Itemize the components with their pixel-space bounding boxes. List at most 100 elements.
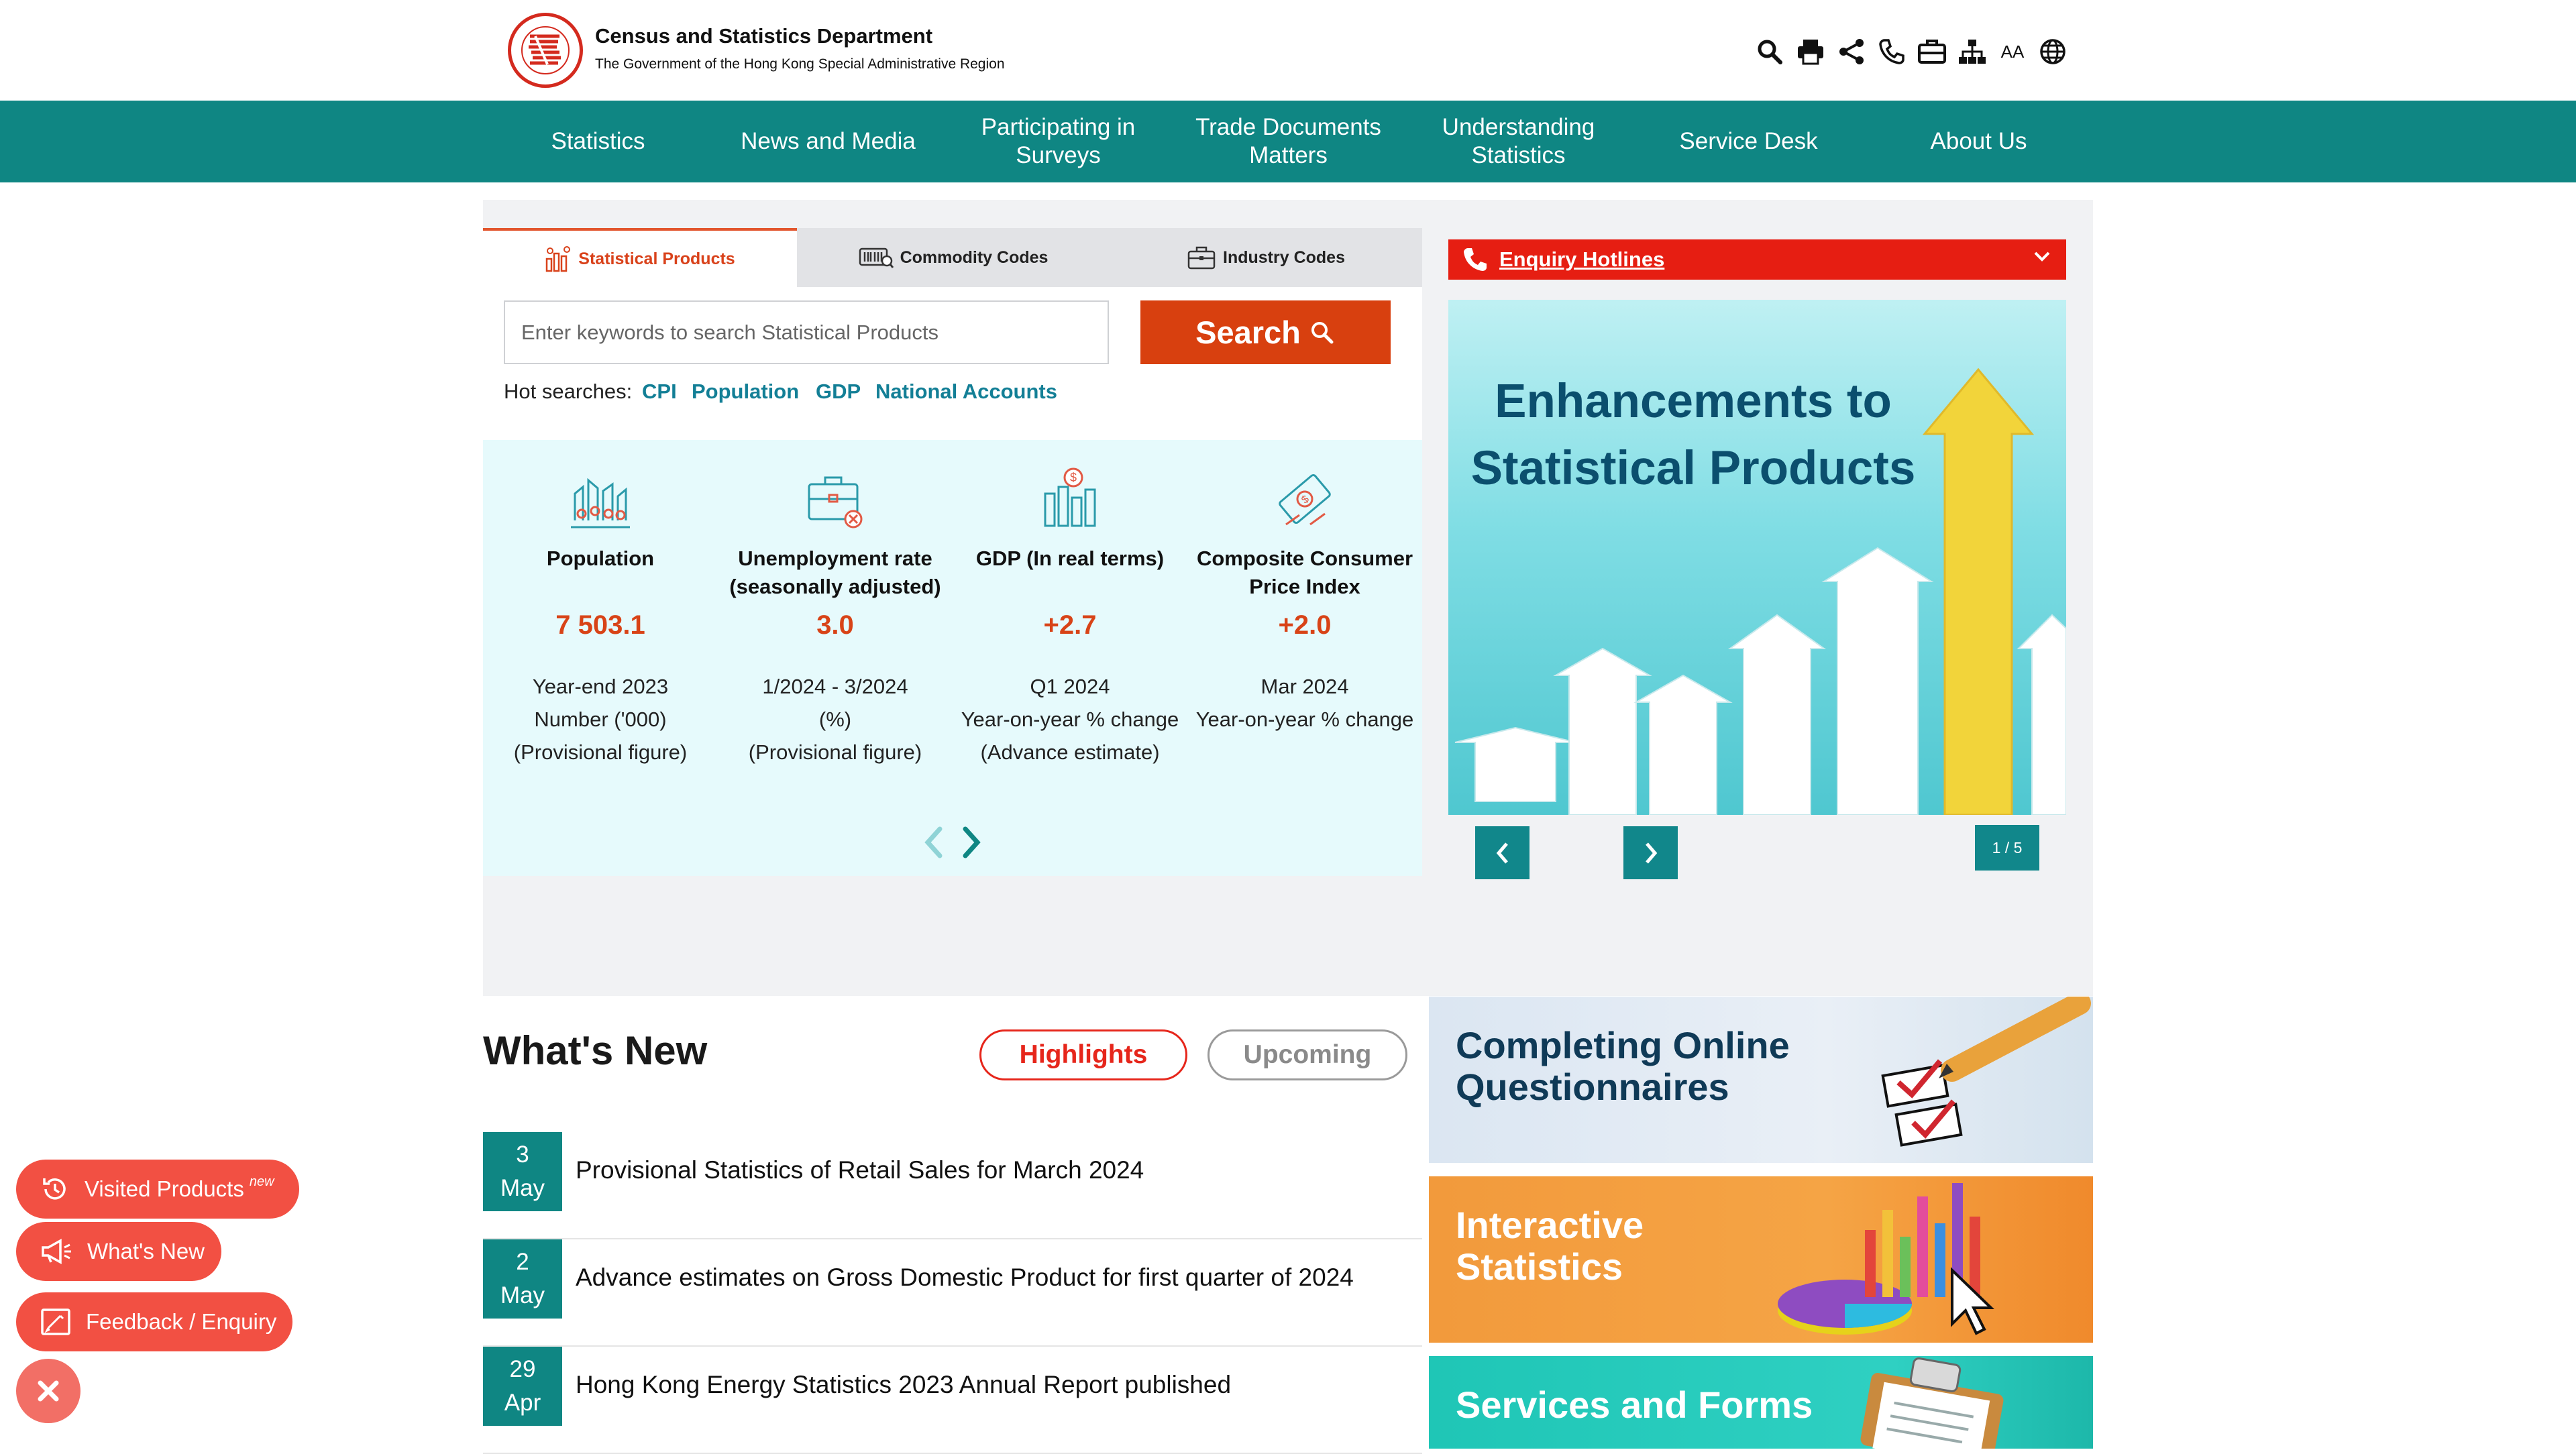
stat-desc: (%) xyxy=(818,708,852,731)
news-title[interactable]: Advance estimates on Gross Domestic Prod… xyxy=(576,1264,1354,1292)
nav-participating-surveys[interactable]: Participating in Surveys xyxy=(943,101,1173,182)
news-item[interactable]: 29 Apr Hong Kong Energy Statistics 2023 … xyxy=(483,1347,1422,1454)
csd-logo[interactable] xyxy=(508,13,583,88)
nav-about-us[interactable]: About Us xyxy=(1864,101,2094,182)
share-icon[interactable] xyxy=(1835,35,1868,68)
promo-interactive-statistics[interactable]: Interactive Statistics xyxy=(1429,1176,2093,1343)
nav-statistics[interactable]: Statistics xyxy=(483,101,713,182)
font-size-icon[interactable]: AA xyxy=(1996,35,2029,68)
stat-name: Population xyxy=(546,547,655,570)
phone-icon[interactable] xyxy=(1875,35,1909,68)
hot-link-national-accounts[interactable]: National Accounts xyxy=(875,380,1057,404)
stat-unemployment[interactable]: Unemployment rate (seasonally adjusted) … xyxy=(718,463,953,769)
promo-title: Completing Online Questionnaires xyxy=(1456,1024,1790,1108)
tab-commodity-codes[interactable]: Commodity Codes xyxy=(797,228,1110,287)
promo-title: Interactive Statistics xyxy=(1456,1204,1644,1288)
news-date: 3 May xyxy=(483,1132,562,1211)
whats-new-title: What's New xyxy=(483,1028,708,1073)
news-item[interactable]: 3 May Provisional Statistics of Retail S… xyxy=(483,1132,1422,1239)
stats-next-arrow[interactable] xyxy=(957,822,986,862)
tab-upcoming[interactable]: Upcoming xyxy=(1208,1029,1407,1080)
feedback-enquiry-label: Feedback / Enquiry xyxy=(86,1309,277,1334)
clipboard-illustration xyxy=(1860,1357,2004,1449)
news-title[interactable]: Hong Kong Energy Statistics 2023 Annual … xyxy=(576,1371,1231,1399)
hot-link-cpi[interactable]: CPI xyxy=(642,380,677,404)
news-month: May xyxy=(500,1175,545,1201)
tab-label: Statistical Products xyxy=(578,249,735,268)
banner-next-button[interactable] xyxy=(1623,826,1678,879)
feedback-icon xyxy=(41,1308,70,1335)
news-date: 29 Apr xyxy=(483,1347,562,1426)
tab-industry-codes[interactable]: Industry Codes xyxy=(1110,228,1422,287)
chevron-right-icon xyxy=(1645,842,1657,864)
nav-service-desk[interactable]: Service Desk xyxy=(1633,101,1864,182)
new-badge: new xyxy=(249,1174,274,1189)
news-item[interactable]: 2 May Advance estimates on Gross Domesti… xyxy=(483,1239,1422,1347)
tab-statistical-products[interactable]: Statistical Products xyxy=(483,228,797,287)
dept-subtitle: The Government of the Hong Kong Special … xyxy=(595,56,1005,72)
banner-prev-button[interactable] xyxy=(1475,826,1529,879)
nav-trade-documents[interactable]: Trade Documents Matters xyxy=(1173,101,1403,182)
news-title[interactable]: Provisional Statistics of Retail Sales f… xyxy=(576,1156,1144,1184)
stat-value: +2.7 xyxy=(1043,610,1097,640)
whats-new-button[interactable]: What's New xyxy=(16,1222,221,1281)
promo-banner[interactable]: Enhancements to Statistical Products xyxy=(1448,300,2066,815)
history-icon xyxy=(43,1178,66,1200)
chevron-right-icon xyxy=(963,826,981,858)
nav-understanding-statistics[interactable]: Understanding Statistics xyxy=(1403,101,1633,182)
tab-highlights[interactable]: Highlights xyxy=(979,1029,1187,1080)
enquiry-hotlines-label: Enquiry Hotlines xyxy=(1499,247,1665,271)
print-icon[interactable] xyxy=(1794,35,1827,68)
stats-prev-arrow[interactable] xyxy=(919,822,949,862)
globe-icon[interactable] xyxy=(2036,35,2070,68)
promo-services-forms[interactable]: Services and Forms xyxy=(1429,1356,2093,1449)
gdp-icon: $ xyxy=(1044,467,1096,527)
stat-cpi[interactable]: $ Composite Consumer Price Index +2.0 Ma… xyxy=(1187,463,1422,736)
slide-counter: 1 / 5 xyxy=(1975,825,2039,871)
nav-label: Trade Documents Matters xyxy=(1195,114,1381,168)
search-icon[interactable] xyxy=(1753,35,1786,68)
charts-illustration xyxy=(1778,1183,1994,1335)
close-floating-menu-button[interactable] xyxy=(16,1359,80,1423)
tab-label: Highlights xyxy=(1019,1040,1148,1069)
whats-new-label: What's New xyxy=(87,1239,205,1264)
news-month: May xyxy=(500,1282,545,1308)
stat-desc: (Advance estimate) xyxy=(980,740,1160,764)
stat-population[interactable]: Population 7 503.1 Year-end 2023 Number … xyxy=(483,463,718,769)
search-button[interactable]: Search xyxy=(1140,300,1391,364)
stat-gdp[interactable]: $ GDP (In real terms) +2.7 Q1 2024 Year-… xyxy=(953,463,1187,769)
hot-link-population[interactable]: Population xyxy=(692,380,799,404)
news-month: Apr xyxy=(504,1390,541,1416)
visited-products-button[interactable]: Visited Products new xyxy=(16,1160,299,1219)
stat-desc: Year-end 2023 xyxy=(532,675,669,698)
stat-desc: 1/2024 - 3/2024 xyxy=(762,675,908,698)
megaphone-icon xyxy=(42,1239,71,1264)
bar-chart-icon xyxy=(546,246,571,272)
feedback-enquiry-button[interactable]: Feedback / Enquiry xyxy=(16,1292,292,1351)
chevron-left-icon xyxy=(924,826,943,858)
chevron-left-icon xyxy=(1496,842,1508,864)
stat-name: GDP (In real terms) xyxy=(975,547,1165,570)
search-button-label: Search xyxy=(1195,315,1301,350)
cpi-icon: $ xyxy=(1279,473,1331,526)
stat-desc: Year-on-year % change xyxy=(961,708,1179,731)
nav-label: News and Media xyxy=(741,128,916,154)
nav-news-media[interactable]: News and Media xyxy=(713,101,943,182)
search-input[interactable] xyxy=(504,300,1109,364)
svg-text:$: $ xyxy=(1070,471,1077,484)
stat-value: 3.0 xyxy=(816,610,854,640)
stat-value: 7 503.1 xyxy=(555,610,645,640)
font-size-label: AA xyxy=(2000,41,2025,62)
hot-link-gdp[interactable]: GDP xyxy=(816,380,861,404)
briefcase-icon xyxy=(1187,246,1216,270)
enquiry-hotlines-bar[interactable]: Enquiry Hotlines xyxy=(1448,239,2066,280)
search-icon xyxy=(1311,321,1334,343)
news-day: 29 xyxy=(509,1356,536,1382)
visited-products-label: Visited Products xyxy=(85,1176,244,1201)
chevron-down-icon xyxy=(2034,251,2050,262)
stat-desc: (Provisional figure) xyxy=(513,740,688,764)
stat-desc: Q1 2024 xyxy=(1030,675,1110,698)
sitemap-icon[interactable] xyxy=(1955,35,1989,68)
promo-online-questionnaires[interactable]: Completing Online Questionnaires xyxy=(1429,997,2093,1163)
briefcase-icon[interactable] xyxy=(1915,35,1949,68)
